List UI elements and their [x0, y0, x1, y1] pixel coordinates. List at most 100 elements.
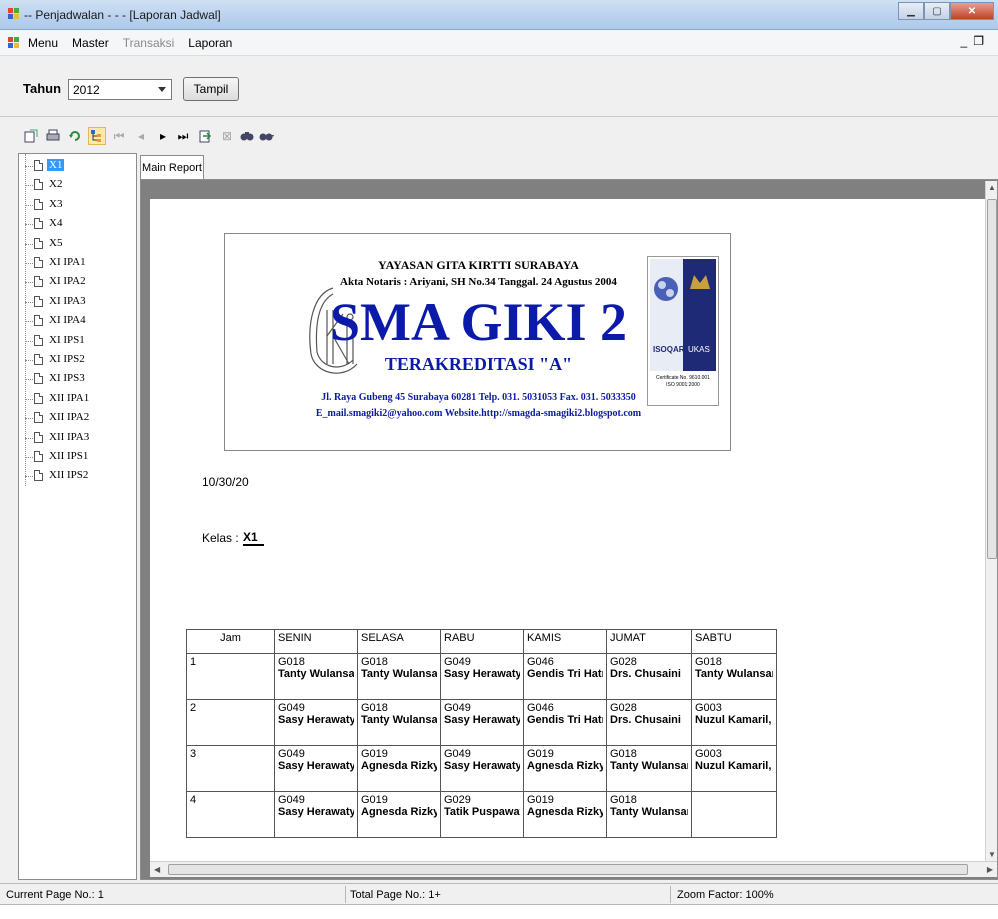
table-header-cell: JUMAT	[606, 629, 692, 654]
horizontal-scroll-thumb[interactable]	[168, 864, 968, 875]
teacher-name: Sasy Herawaty,	[444, 714, 520, 726]
tab-main-report[interactable]: Main Report	[140, 155, 204, 179]
menu-item-menu[interactable]: Menu	[28, 36, 58, 50]
search-icon[interactable]	[238, 127, 256, 145]
minimize-button[interactable]: ▁	[898, 2, 924, 20]
report-tabstrip: Main Report	[140, 153, 998, 179]
print-icon[interactable]	[44, 127, 62, 145]
scroll-right-icon[interactable]: ▶	[987, 865, 993, 874]
document-icon	[34, 334, 43, 346]
next-page-icon[interactable]: ▸	[154, 127, 172, 145]
vertical-scrollbar[interactable]: ▲ ▼	[985, 181, 997, 861]
mdi-restore-icon[interactable]: ❐	[973, 34, 990, 48]
group-tree-panel: X1 X2 X3 X4 X5 XI IPA1 XI IPA2 XI IPA3 XI IPA4 XI…	[18, 153, 137, 880]
current-page-status: Current Page No.: 1	[6, 889, 104, 901]
ukas-label: UKAS	[688, 345, 710, 354]
schedule-cell: G019 Agnesda Rizky	[523, 791, 607, 838]
teacher-name: Agnesda Rizky	[527, 806, 603, 818]
year-value: 2012	[73, 83, 100, 97]
schedule-cell: G049 Sasy Herawaty,	[274, 791, 358, 838]
teacher-code: G028	[610, 656, 637, 668]
teacher-code: G018	[278, 656, 305, 668]
maximize-button[interactable]: ▢	[924, 2, 950, 20]
teacher-code: G046	[527, 702, 554, 714]
tree-item-label: XI IPS1	[49, 333, 85, 346]
tampil-button[interactable]: Tampil	[183, 77, 239, 101]
teacher-code: G049	[444, 656, 471, 668]
group-tree-icon[interactable]	[88, 127, 106, 145]
tree-item-label: X1	[47, 159, 65, 171]
schedule-cell: G018 Tanty Wulansar	[691, 653, 777, 700]
tree-item-label: XI IPA4	[49, 314, 86, 327]
tree-item-label: XII IPA1	[49, 391, 90, 404]
menu-item-transaksi[interactable]: Transaksi	[123, 36, 175, 50]
teacher-name: Nuzul Kamaril,	[695, 760, 772, 772]
teacher-code: G018	[610, 794, 637, 806]
teacher-name: Gendis Tri Hatn	[527, 714, 603, 726]
certification-badge: ISOQAR UKAS Certificate No. 9610.001 ISO…	[647, 256, 719, 406]
teacher-name: Agnesda Rizky	[361, 806, 437, 818]
iso-standard: ISO 9001:2000	[666, 382, 700, 388]
close-button[interactable]: ✕	[950, 2, 994, 20]
teacher-name: Drs. Chusaini	[610, 714, 681, 726]
tree-item-label: XI IPA2	[49, 275, 86, 288]
mdi-minimize-icon[interactable]: _	[961, 34, 974, 48]
table-header-cell: SABTU	[691, 629, 777, 654]
horizontal-scrollbar[interactable]: ◀ ▶	[150, 861, 997, 877]
certificate-number: Certificate No. 9610.001	[656, 375, 710, 381]
letterhead: YAYASAN GITA KIRTTI SURABAYA Akta Notari…	[224, 233, 731, 451]
teacher-name: Sasy Herawaty,	[278, 806, 354, 818]
schedule-cell: G018 Tanty Wulansar	[606, 745, 692, 792]
teacher-name: Tanty Wulansar	[610, 806, 688, 818]
teacher-code: G049	[444, 748, 471, 760]
teacher-code: G029	[444, 794, 471, 806]
goto-page-icon[interactable]	[196, 127, 214, 145]
schedule-cell	[691, 791, 777, 838]
year-select[interactable]: 2012	[68, 79, 172, 100]
zoom-status: Zoom Factor: 100%	[677, 889, 774, 901]
teacher-code: G018	[361, 656, 388, 668]
teacher-name: Tatik Puspawati	[444, 806, 520, 818]
schedule-cell: G029 Tatik Puspawati	[440, 791, 524, 838]
tree-item-label: XI IPA1	[49, 256, 86, 268]
jam-cell: 1	[186, 653, 275, 700]
menu-item-master[interactable]: Master	[72, 36, 109, 50]
year-label: Tahun	[23, 81, 62, 96]
teacher-code: G049	[278, 794, 305, 806]
schedule-cell: G018 Tanty Wulansar	[357, 699, 441, 746]
table-header-cell: RABU	[440, 629, 524, 654]
teacher-name: Drs. Chusaini	[610, 668, 681, 680]
menu-item-laporan[interactable]: Laporan	[188, 36, 232, 50]
document-icon	[34, 470, 43, 482]
tree-item-label: XI IPS2	[49, 353, 85, 365]
first-page-icon[interactable]: ⏮	[110, 127, 128, 145]
teacher-code: G049	[278, 748, 305, 760]
scroll-left-icon[interactable]: ◀	[154, 865, 160, 874]
teacher-name: Agnesda Rizky	[361, 760, 437, 772]
table-header-cell: KAMIS	[523, 629, 607, 654]
zoom-icon[interactable]	[258, 127, 276, 145]
teacher-code: G003	[695, 748, 722, 760]
export-icon[interactable]	[22, 127, 40, 145]
schedule-cell: G028 Drs. Chusaini	[606, 653, 692, 700]
teacher-name: Nuzul Kamaril,	[695, 714, 772, 726]
stop-icon[interactable]: ⊠	[218, 127, 236, 145]
teacher-name: Sasy Herawaty,	[444, 760, 520, 772]
vertical-scroll-thumb[interactable]	[987, 199, 997, 559]
document-icon	[34, 354, 43, 365]
teacher-code: G019	[527, 794, 554, 806]
schedule-cell: G018 Tanty Wulansar	[274, 653, 358, 700]
scroll-down-icon[interactable]: ▼	[988, 850, 996, 859]
report-toolbar: ⏮ ◂ ▸ ⏭ ⊠	[0, 123, 998, 151]
table-header-cell: SENIN	[274, 629, 358, 654]
schedule-cell: G003 Nuzul Kamaril,	[691, 745, 777, 792]
last-page-icon[interactable]: ⏭	[174, 127, 192, 145]
schedule-cell: G049 Sasy Herawaty,	[274, 745, 358, 792]
previous-page-icon[interactable]: ◂	[132, 127, 150, 145]
table-row: 3 G049 Sasy Herawaty, G019 Agnesda Rizky G049…	[186, 745, 777, 792]
chevron-down-icon[interactable]	[158, 87, 166, 92]
document-icon	[34, 315, 43, 327]
refresh-icon[interactable]	[66, 127, 84, 145]
teacher-name: Sasy Herawaty,	[278, 760, 354, 772]
scroll-up-icon[interactable]: ▲	[988, 183, 996, 192]
